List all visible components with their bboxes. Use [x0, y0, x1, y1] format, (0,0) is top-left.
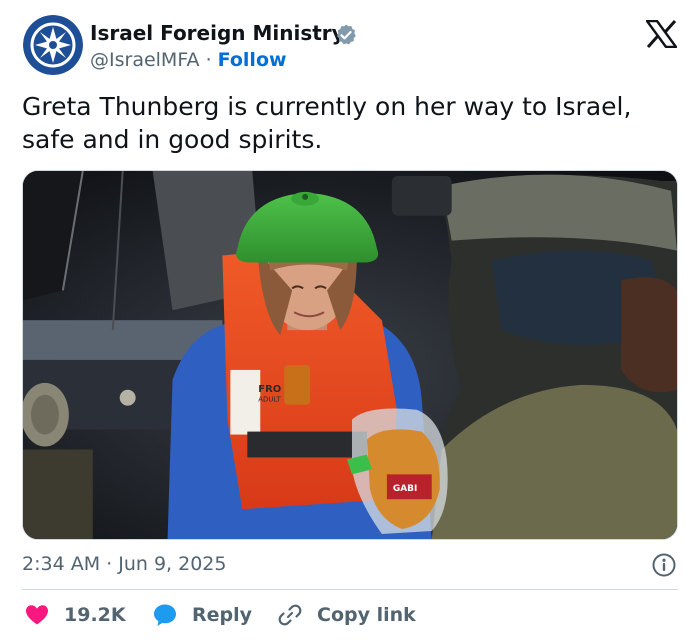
- x-logo-icon[interactable]: [646, 20, 677, 48]
- tweet-photo[interactable]: FRO ADULT GABI: [22, 170, 678, 540]
- avatar[interactable]: [23, 15, 83, 75]
- bag-label: GABI: [393, 484, 417, 494]
- vest-text-2: ADULT: [258, 396, 281, 404]
- divider: [22, 589, 678, 590]
- copy-link-button[interactable]: Copy link: [277, 601, 416, 629]
- author-handle[interactable]: @IsraelMFA: [90, 49, 200, 71]
- speech-bubble-icon: [154, 604, 176, 626]
- info-icon[interactable]: [651, 552, 677, 578]
- heart-icon: [26, 605, 48, 625]
- reply-label: Reply: [192, 604, 253, 626]
- verified-badge-icon: [337, 24, 356, 45]
- tweet-card: Israel Foreign Ministry @IsraelMFA · Fol…: [0, 0, 700, 642]
- copy-link-label: Copy link: [317, 604, 416, 626]
- israel-mfa-logo-icon: [23, 15, 83, 75]
- timestamp[interactable]: 2:34 AM · Jun 9, 2025: [22, 551, 226, 577]
- like-button[interactable]: 19.2K: [24, 601, 126, 629]
- like-count: 19.2K: [64, 604, 126, 626]
- vest-text-1: FRO: [258, 384, 281, 395]
- reply-button[interactable]: Reply: [152, 601, 252, 629]
- follow-button[interactable]: Follow: [218, 49, 287, 71]
- separator: ·: [205, 49, 212, 71]
- handle-row: @IsraelMFA · Follow: [90, 47, 287, 73]
- author-name[interactable]: Israel Foreign Ministry: [90, 20, 345, 46]
- photo-illustration: FRO ADULT GABI: [23, 171, 677, 539]
- link-icon: [278, 604, 302, 626]
- tweet-text: Greta Thunberg is currently on her way t…: [22, 92, 632, 154]
